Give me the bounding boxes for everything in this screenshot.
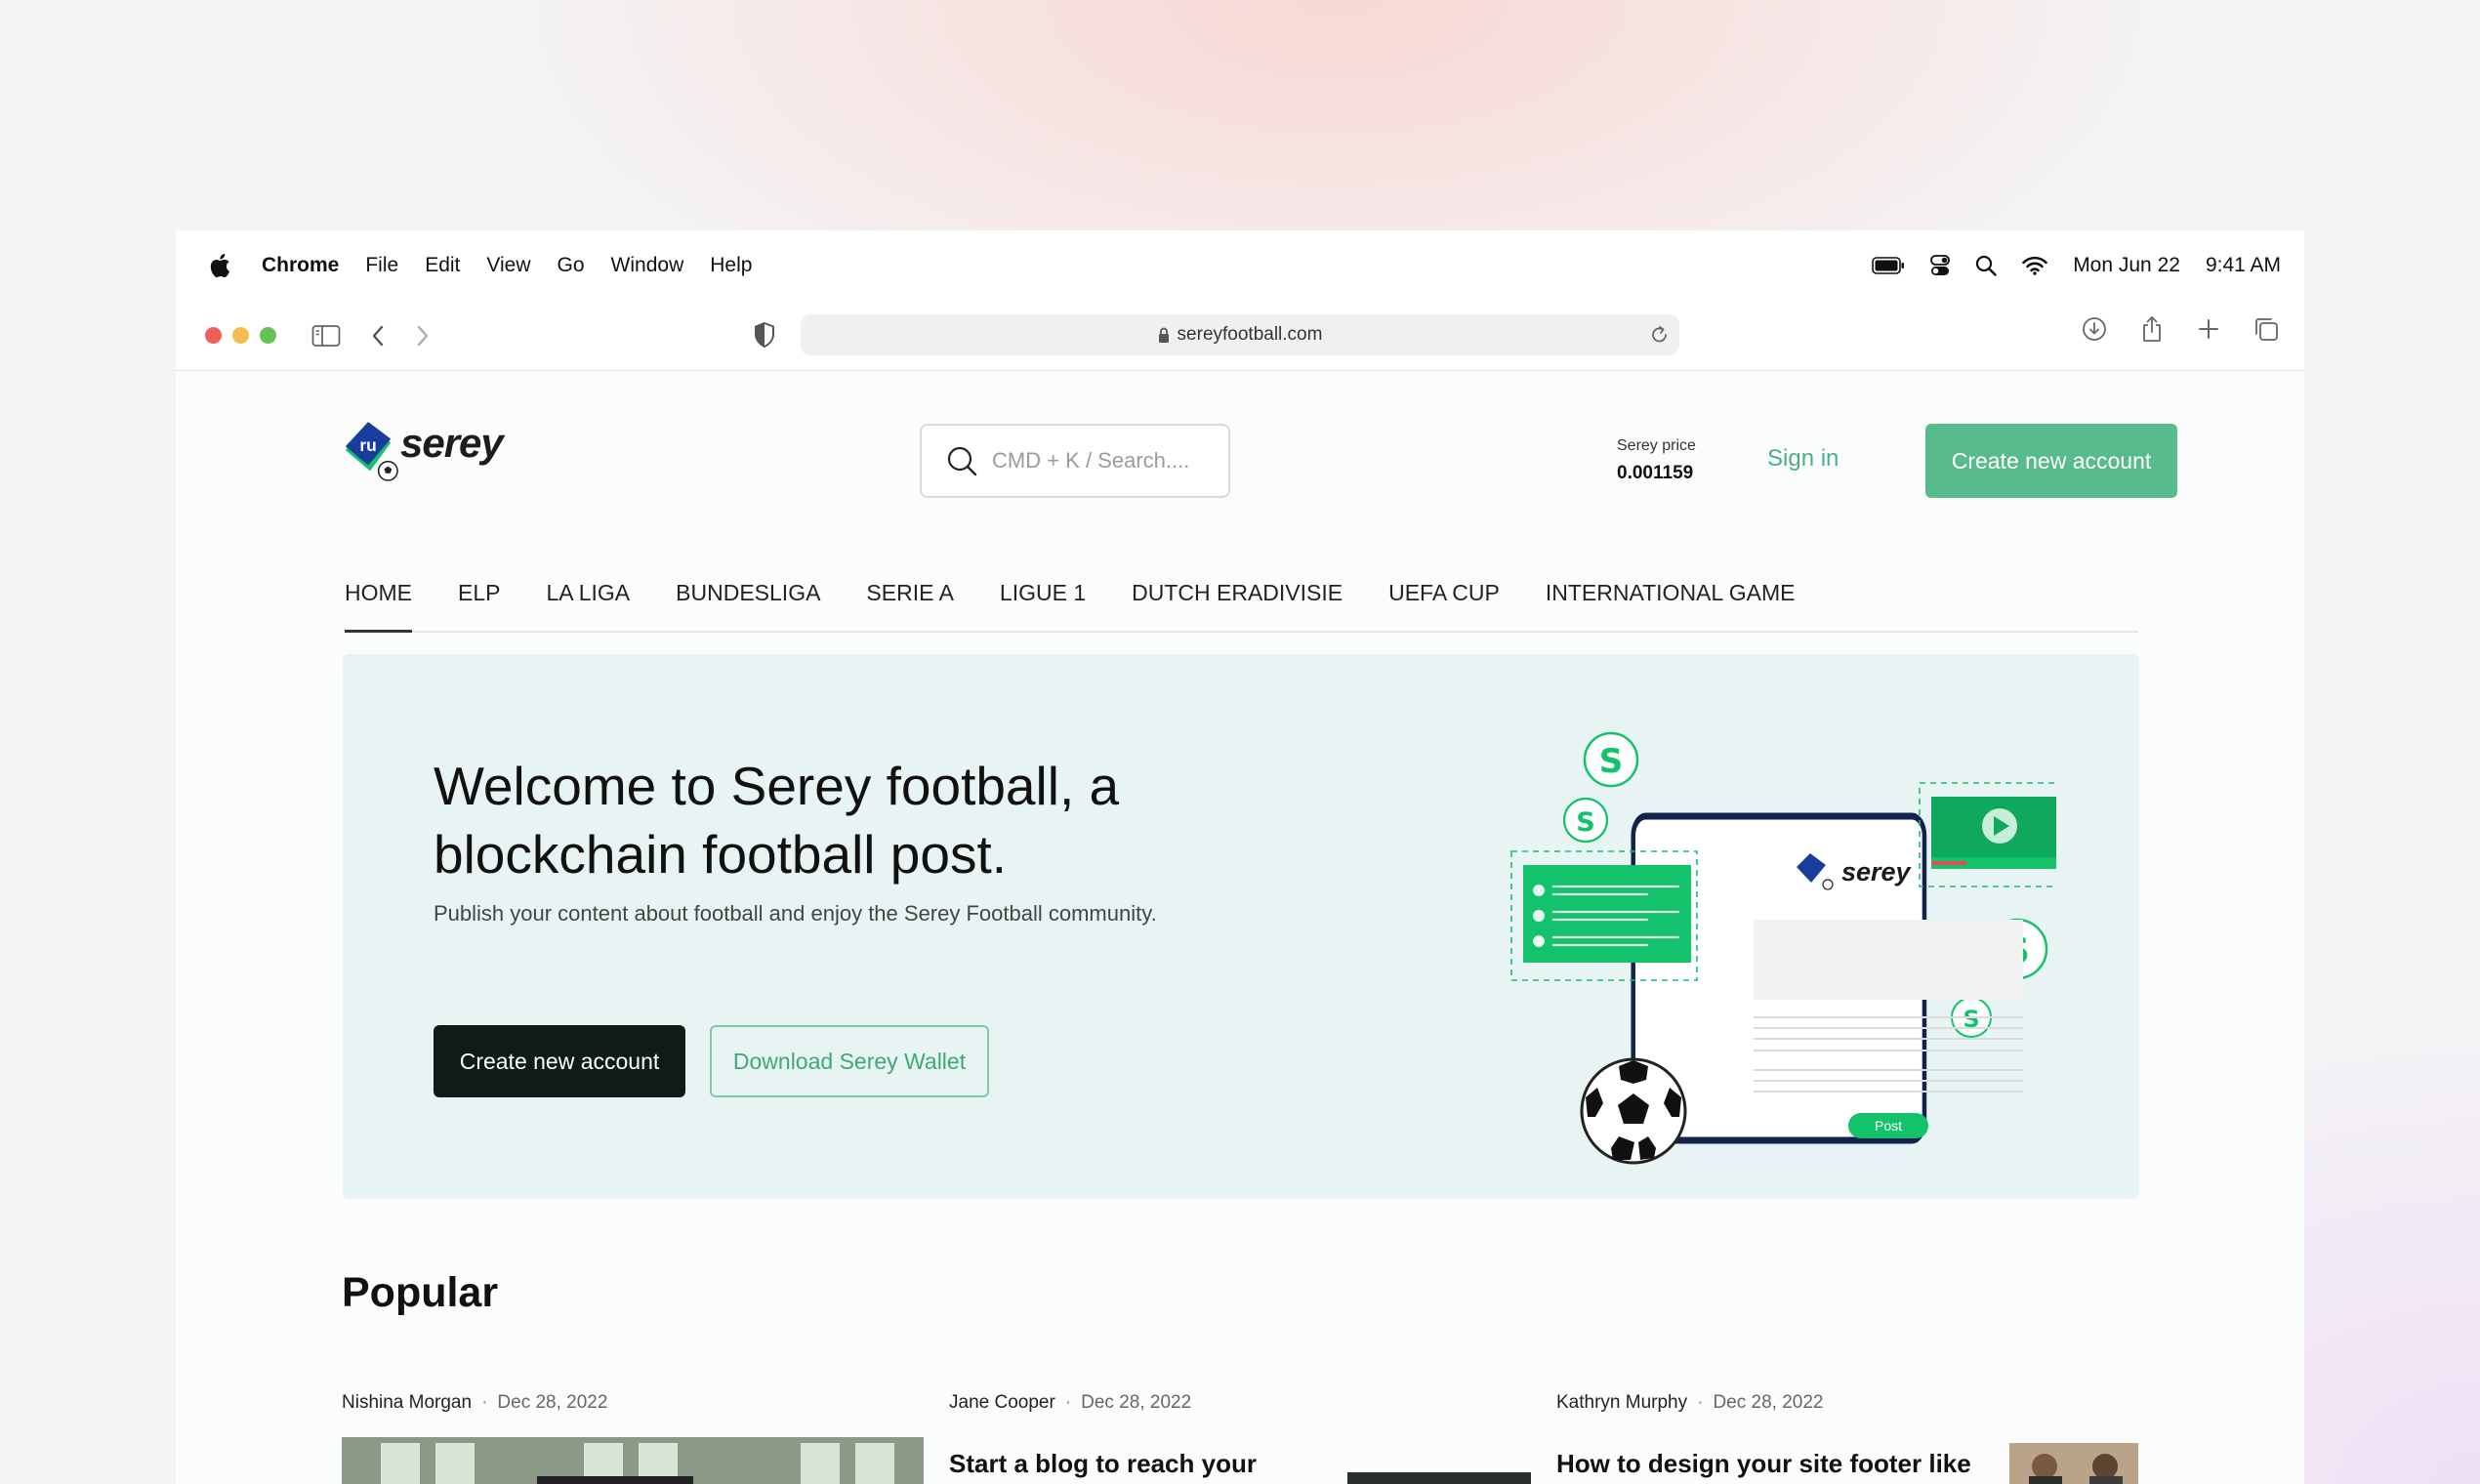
svg-text:Post: Post [1875,1118,1902,1134]
post-thumbnail[interactable] [1347,1472,1531,1484]
price-label: Serey price [1617,437,1696,454]
post-title[interactable]: How to design your site footer like [1556,1449,1971,1479]
post-card[interactable]: Nishina Morgan · Dec 28, 2022 [342,1392,607,1414]
browser-window: Chrome File Edit View Go Window Help Mon… [176,230,2304,1484]
coin-icon: S [1562,797,1609,844]
hero-subtitle: Publish your content about football and … [434,901,1157,926]
post-meta: Nishina Morgan · Dec 28, 2022 [342,1392,608,1413]
nav-item-uefa-cup[interactable]: UEFA CUP [1388,568,1500,631]
price-value: 0.001159 [1617,463,1694,483]
menu-help[interactable]: Help [710,254,752,277]
hero-create-account-button[interactable]: Create new account [434,1025,685,1097]
control-center-icon[interactable] [1930,255,1951,276]
site-header: ru serey CMD + K / Search.... Serey pric… [342,418,2177,498]
post-title[interactable]: Start a blog to reach your [949,1449,1257,1479]
nav-item-home[interactable]: HOME [345,568,412,633]
nav-item-elp[interactable]: ELP [458,568,500,631]
post-card[interactable]: Jane Cooper · Dec 28, 2022 Start a blog to… [949,1392,1257,1479]
search-input[interactable]: CMD + K / Search.... [920,424,1230,498]
svg-text:ru: ru [359,435,376,455]
site-logo[interactable]: ru serey [342,418,504,486]
post-date: Dec 28, 2022 [1713,1392,1824,1413]
apple-icon[interactable] [209,253,230,278]
menu-window[interactable]: Window [611,254,684,277]
soccer-ball-icon [1580,1057,1687,1165]
post-meta: Kathryn Murphy · Dec 28, 2022 [1556,1392,1824,1413]
play-icon [1982,808,2017,844]
battery-icon[interactable] [1872,257,1905,274]
logo-text: serey [400,420,504,466]
post-date: Dec 28, 2022 [497,1392,608,1413]
post-thumbnail[interactable] [342,1437,924,1484]
share-icon[interactable] [2140,315,2164,343]
search-icon [947,446,977,476]
close-window-button[interactable] [205,327,222,344]
post-author[interactable]: Nishina Morgan [342,1392,472,1413]
tab-overview-icon[interactable] [2253,316,2279,342]
forward-icon[interactable] [415,324,431,348]
nav-item-ligue-1[interactable]: LIGUE 1 [1000,568,1086,631]
spotlight-search-icon[interactable] [1975,255,1997,276]
url-text: sereyfootball.com [1177,324,1323,345]
hero-title-line-1: Welcome to Serey football, a [434,756,1120,816]
popular-heading: Popular [342,1269,499,1316]
menubar-time[interactable]: 9:41 AM [2206,254,2281,277]
hero-title: Welcome to Serey football, a blockchain … [434,752,1195,888]
sign-in-link[interactable]: Sign in [1767,445,1839,473]
window-controls [205,327,276,344]
serey-price: Serey price 0.001159 [1617,437,1696,484]
nav-item-bundesliga[interactable]: BUNDESLIGA [676,568,820,631]
menubar-date[interactable]: Mon Jun 22 [2073,254,2180,277]
post-author[interactable]: Jane Cooper [949,1392,1055,1413]
menu-edit[interactable]: Edit [425,254,460,277]
coin-icon: S [1583,731,1639,788]
nav-item-international-game[interactable]: INTERNATIONAL GAME [1546,568,1796,631]
svg-text:serey: serey [1841,857,1913,886]
reload-icon[interactable] [1650,324,1670,346]
toolbar-right-actions [2082,315,2279,343]
nav-item-la-liga[interactable]: LA LIGA [546,568,630,631]
post-card[interactable]: Kathryn Murphy · Dec 28, 2022 How to desig… [1556,1392,1971,1479]
wifi-icon[interactable] [2022,256,2047,275]
privacy-shield-icon[interactable] [754,322,775,348]
menu-go[interactable]: Go [558,254,585,277]
create-account-button[interactable]: Create new account [1925,424,2177,498]
post-thumbnail[interactable] [2009,1443,2138,1484]
svg-text:S: S [1599,742,1624,781]
nav-item-serie-a[interactable]: SERIE A [866,568,953,631]
download-icon[interactable] [2082,316,2107,342]
macos-menubar: Chrome File Edit View Go Window Help Mon… [176,230,2304,301]
search-placeholder: CMD + K / Search.... [992,448,1190,473]
minimize-window-button[interactable] [232,327,249,344]
mini-post-button: Post [1848,1113,1928,1138]
post-meta: Jane Cooper · Dec 28, 2022 [949,1392,1192,1413]
svg-text:S: S [1576,807,1594,838]
serey-logo-icon: ru [345,422,398,481]
sidebar-toggle-icon[interactable] [311,324,341,348]
download-wallet-button[interactable]: Download Serey Wallet [710,1025,989,1097]
menu-app-name[interactable]: Chrome [262,254,339,277]
post-author[interactable]: Kathryn Murphy [1556,1392,1687,1413]
post-date: Dec 28, 2022 [1081,1392,1192,1413]
menu-file[interactable]: File [365,254,398,277]
hero-illustration: S S S S serey [1510,731,2056,1165]
address-bar[interactable]: sereyfootball.com [801,314,1679,355]
nav-item-dutch-eradivisie[interactable]: DUTCH ERADIVISIE [1132,568,1343,631]
hero-banner: Welcome to Serey football, a blockchain … [343,654,2139,1199]
hero-title-line-2: blockchain football post. [434,824,1008,885]
lock-icon [1158,327,1169,343]
new-tab-icon[interactable] [2197,317,2220,341]
zoom-window-button[interactable] [260,327,276,344]
back-icon[interactable] [370,324,386,348]
menu-view[interactable]: View [486,254,530,277]
main-nav: HOME ELP LA LIGA BUNDESLIGA SERIE A LIGU… [345,568,2138,633]
